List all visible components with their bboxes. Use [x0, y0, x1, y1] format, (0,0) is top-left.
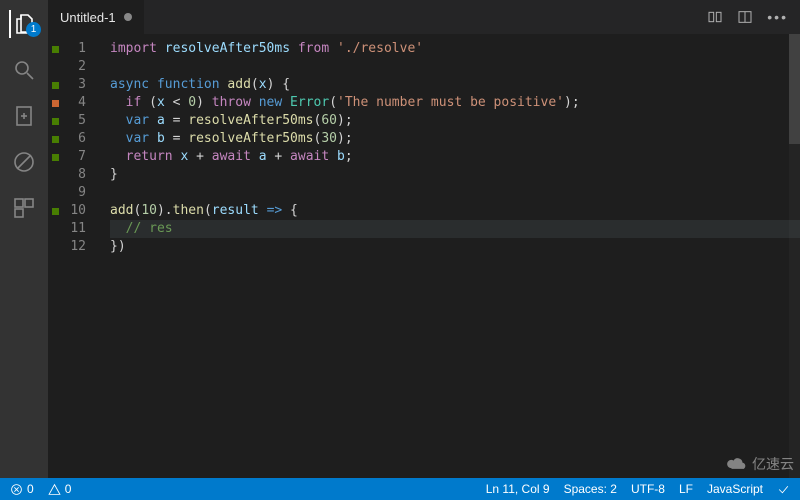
watermark: 亿速云 [726, 454, 794, 474]
diff-icon [12, 104, 36, 128]
status-eol[interactable]: LF [679, 482, 693, 496]
status-errors[interactable]: 0 [10, 482, 34, 496]
search-icon [12, 58, 36, 82]
more-actions-icon[interactable]: ••• [767, 9, 788, 25]
status-indent[interactable]: Spaces: 2 [564, 482, 617, 496]
tab-untitled[interactable]: Untitled-1 [48, 0, 144, 34]
status-warnings[interactable]: 0 [48, 482, 72, 496]
gutter-marks [48, 34, 62, 478]
vertical-scrollbar[interactable] [789, 34, 800, 478]
cloud-icon [726, 457, 748, 471]
code-editor[interactable]: 1 2 3 4 5 6 7 8 9 10 11 12 import resolv… [48, 34, 800, 478]
activity-extensions[interactable] [10, 194, 38, 222]
activity-debug[interactable] [10, 148, 38, 176]
code-content[interactable]: import resolveAfter50ms from './resolve'… [96, 34, 800, 478]
status-cursor-pos[interactable]: Ln 11, Col 9 [486, 482, 550, 496]
tab-title: Untitled-1 [60, 10, 116, 25]
status-bar: 0 0 Ln 11, Col 9 Spaces: 2 UTF-8 LF Java… [0, 478, 800, 500]
no-bug-icon [12, 150, 36, 174]
check-icon [777, 483, 790, 496]
line-numbers: 1 2 3 4 5 6 7 8 9 10 11 12 [62, 34, 96, 478]
status-feedback[interactable] [777, 483, 790, 496]
tab-bar: Untitled-1 ••• [48, 0, 800, 34]
activity-diff[interactable] [10, 102, 38, 130]
error-icon [10, 483, 23, 496]
dirty-indicator-icon [124, 13, 132, 21]
status-language[interactable]: JavaScript [707, 482, 763, 496]
status-encoding[interactable]: UTF-8 [631, 482, 665, 496]
explorer-badge: 1 [26, 22, 41, 37]
activity-search[interactable] [10, 56, 38, 84]
warning-icon [48, 483, 61, 496]
scrollbar-thumb[interactable] [789, 34, 800, 144]
split-editor-icon[interactable] [737, 9, 753, 25]
compare-icon[interactable] [707, 9, 723, 25]
extensions-icon [12, 196, 36, 220]
